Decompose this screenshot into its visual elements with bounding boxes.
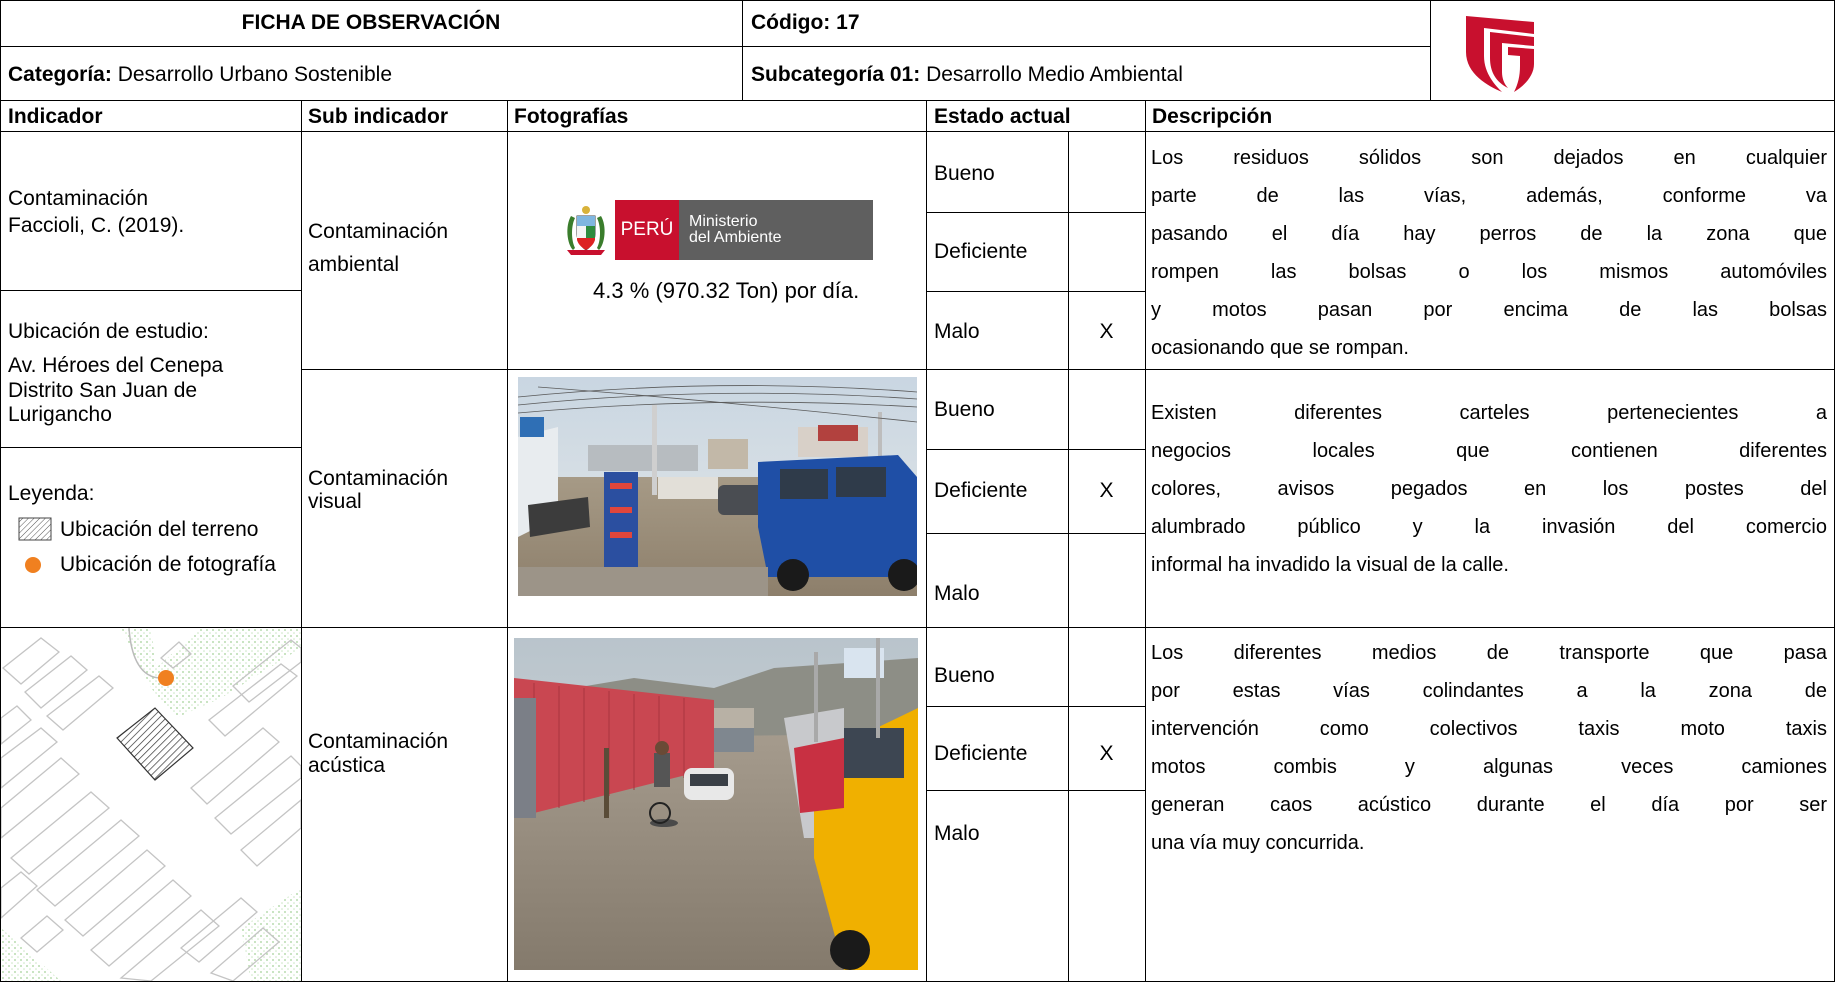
description-line: motos combis y algunas veces camiones [1151, 756, 1827, 778]
ministry-name: Ministerio del Ambiente [679, 200, 873, 260]
sub-indicator-2-line2: visual [308, 490, 362, 513]
legend-item-terrain: Ubicación del terreno [60, 518, 259, 541]
description-line: Los residuos sólidos son dejados en cual… [1151, 147, 1827, 169]
description-line: pasando el día hay perros de la zona que [1151, 223, 1827, 245]
street-photo-visual [518, 377, 917, 596]
state-label: Malo [934, 822, 980, 845]
state-label: Bueno [934, 162, 995, 185]
column-header-photos: Fotografías [514, 105, 629, 128]
ministry-logo: PERÚ Ministerio del Ambiente [563, 200, 873, 260]
location-line: Lurigancho [8, 403, 112, 426]
orange-dot-icon [25, 557, 41, 573]
state-label: Deficiente [934, 240, 1028, 263]
description-line: ocasionando que se rompan. [1151, 337, 1409, 359]
sub-indicator-3-line1: Contaminación [308, 730, 449, 753]
waste-statistic: 4.3 % (970.32 Ton) por día. [593, 278, 860, 303]
sub-indicator-1-line2: ambiental [308, 253, 400, 276]
indicator-citation: Faccioli, C. (2019). [8, 214, 185, 237]
category-label: Categoría: [8, 63, 112, 86]
column-header-indicator: Indicador [8, 105, 103, 128]
sub-indicator-3-line2: acústica [308, 754, 386, 777]
location-line: Distrito San Juan de [8, 379, 198, 402]
sheet-code: Código: 17 [751, 11, 860, 34]
description-line: negocios locales que contienen diferente… [1151, 440, 1827, 462]
description-3: Los diferentes medios de transporte que … [1151, 634, 1827, 862]
description-1: Los residuos sólidos son dejados en cual… [1151, 139, 1827, 367]
location-map [1, 628, 301, 981]
ministry-line2: del Ambiente [689, 229, 782, 246]
column-header-sub-indicator: Sub indicador [308, 105, 449, 128]
description-line: informal ha invadido la visual de la cal… [1151, 554, 1509, 576]
description-line: alumbrado público y la invasión del come… [1151, 516, 1827, 538]
ministry-banner: PERÚ Ministerio del Ambiente [615, 200, 873, 260]
ministry-line1: Ministerio [689, 213, 758, 230]
legend-label: Leyenda: [8, 482, 95, 505]
university-logo [1466, 16, 1534, 92]
state-label: Malo [934, 582, 980, 605]
state-label: Bueno [934, 398, 995, 421]
description-line: una vía muy concurrida. [1151, 832, 1365, 854]
state-mark: X [1099, 479, 1114, 502]
observation-sheet: FICHA DE OBSERVACIÓN Código: 17 Categorí… [0, 0, 1835, 982]
description-line: Los diferentes medios de transporte que … [1151, 642, 1827, 664]
street-photo-acoustic [514, 638, 918, 970]
subcategory: Subcategoría 01: Desarrollo Medio Ambien… [751, 62, 1183, 88]
description-line: por estas vías colindantes a la zona de [1151, 680, 1827, 702]
state-mark: X [1099, 320, 1114, 343]
description-line: parte de las vías, además, conforme va [1151, 185, 1827, 207]
peru-coat-of-arms-icon [567, 206, 605, 255]
state-mark: X [1099, 742, 1114, 765]
state-label: Bueno [934, 664, 995, 687]
description-line: y motos pasan por encima de las bolsas [1151, 299, 1827, 321]
state-label: Malo [934, 320, 980, 343]
state-label: Deficiente [934, 479, 1028, 502]
location-label: Ubicación de estudio: [8, 320, 209, 343]
legend-item-photo: Ubicación de fotografía [60, 553, 276, 576]
category: Categoría: Desarrollo Urbano Sostenible [8, 62, 392, 88]
subcategory-label: Subcategoría 01: [751, 63, 921, 86]
location-line: Av. Héroes del Cenepa [8, 354, 224, 377]
sub-indicator-1-line1: Contaminación [308, 220, 449, 243]
hatch-swatch-icon [18, 517, 52, 541]
sheet-title: FICHA DE OBSERVACIÓN [241, 11, 501, 34]
description-line: rompen las bolsas o los mismos automóvil… [1151, 261, 1827, 283]
column-header-description: Descripción [1152, 105, 1273, 128]
description-2: Existen diferentes carteles pertenecient… [1151, 394, 1827, 584]
category-value: Desarrollo Urbano Sostenible [111, 63, 393, 86]
description-line: colores, avisos pegados en los postes de… [1151, 478, 1827, 500]
indicator-name: Contaminación [8, 187, 149, 210]
peru-label: PERÚ [615, 200, 679, 260]
description-line: generan caos acústico durante el día por… [1151, 794, 1827, 816]
state-label: Deficiente [934, 742, 1028, 765]
subcategory-value: Desarrollo Medio Ambiental [920, 63, 1183, 86]
column-header-state: Estado actual [934, 105, 1071, 128]
description-line: Existen diferentes carteles pertenecient… [1151, 402, 1827, 424]
description-line: intervención como colectivos taxis moto … [1151, 718, 1827, 740]
